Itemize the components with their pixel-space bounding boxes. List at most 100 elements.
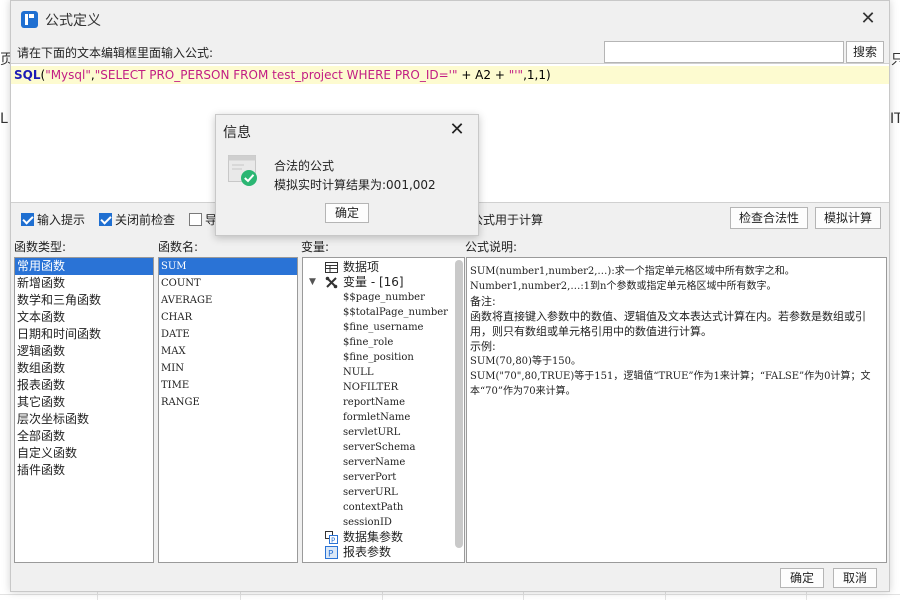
description-label: 公式说明: xyxy=(465,240,518,254)
category-item[interactable]: 新增函数 xyxy=(15,275,153,292)
tree-node-data-items[interactable]: 数据项 xyxy=(303,260,464,275)
cancel-button[interactable]: 取消 xyxy=(833,568,877,588)
formula-token: "'" xyxy=(508,68,524,82)
variable-icon xyxy=(325,276,338,289)
success-check-icon xyxy=(228,155,257,186)
variable-item[interactable]: $$page_number xyxy=(303,290,464,305)
popup-ok-button[interactable]: 确定 xyxy=(325,203,369,223)
categories-label: 函数类型: xyxy=(14,240,67,254)
category-item[interactable]: 数学和三角函数 xyxy=(15,292,153,309)
dialog-titlebar[interactable]: 公式定义 ✕ xyxy=(11,1,889,37)
tree-node-dataset-params[interactable]: P 数据集参数 xyxy=(303,530,464,545)
function-item[interactable]: COUNT xyxy=(159,275,297,292)
variable-item[interactable]: reportName xyxy=(303,395,464,410)
description-line: 示例: xyxy=(470,340,496,353)
variable-tree-scrollbar[interactable] xyxy=(455,260,463,548)
tree-node-label: 数据项 xyxy=(343,260,380,274)
variable-tree[interactable]: 数据项 ▼ 变量 - [16] $$page_number $$totalPage… xyxy=(302,257,465,563)
variable-item[interactable]: NULL xyxy=(303,365,464,380)
check-before-close-option[interactable]: 关闭前检查 xyxy=(99,211,175,228)
variables-label: 变量: xyxy=(301,240,330,254)
function-item[interactable]: RANGE xyxy=(159,394,297,411)
popup-message: 合法的公式 xyxy=(274,159,335,173)
check-validity-button[interactable]: 检查合法性 xyxy=(730,207,808,229)
category-item[interactable]: 自定义函数 xyxy=(15,445,153,462)
import-checkbox[interactable] xyxy=(189,212,203,226)
info-popup: 信息 ✕ 合法的公式 模拟实时计算结果为:001,002 确定 xyxy=(215,114,479,236)
input-hint-label: 输入提示 xyxy=(37,212,86,227)
search-button[interactable]: 搜索 xyxy=(846,41,884,63)
category-item[interactable]: 全部函数 xyxy=(15,428,153,445)
tree-node-label: 数据集参数 xyxy=(343,530,404,544)
category-item[interactable]: 日期和时间函数 xyxy=(15,326,153,343)
category-item[interactable]: 其它函数 xyxy=(15,394,153,411)
check-before-close-checkbox[interactable] xyxy=(99,212,113,226)
category-item[interactable]: 数组函数 xyxy=(15,360,153,377)
chevron-down-icon[interactable]: ▼ xyxy=(309,275,316,290)
function-item[interactable]: TIME xyxy=(159,377,297,394)
function-item[interactable]: MIN xyxy=(159,360,297,377)
category-item[interactable]: 层次坐标函数 xyxy=(15,411,153,428)
input-hint-option[interactable]: 输入提示 xyxy=(21,211,85,228)
variable-item[interactable]: $$totalPage_number xyxy=(303,305,464,320)
grid-line xyxy=(0,594,900,595)
variable-item[interactable]: $fine_position xyxy=(303,350,464,365)
check-before-close-label: 关闭前检查 xyxy=(115,212,176,227)
simulate-button[interactable]: 模拟计算 xyxy=(815,207,881,229)
function-item[interactable]: CHAR xyxy=(159,309,297,326)
partially-hidden-option-text: 公式用于计算 xyxy=(471,213,544,227)
popup-title: 信息 xyxy=(223,125,251,141)
tree-node-label: 变量 - [16] xyxy=(343,275,404,289)
description-line: SUM(number1,number2,…):求一个指定单元格区域中所有数字之和… xyxy=(470,266,795,277)
variable-item[interactable]: serverURL xyxy=(303,485,464,500)
tree-node-label: 报表参数 xyxy=(343,545,392,559)
app-logo-icon xyxy=(21,11,38,28)
variable-item[interactable]: formletName xyxy=(303,410,464,425)
description-line: SUM(70,80)等于150。 xyxy=(470,356,582,367)
formula-token: SQL xyxy=(14,68,41,82)
variable-item[interactable]: contextPath xyxy=(303,500,464,515)
variable-item[interactable]: serverName xyxy=(303,455,464,470)
dataset-param-icon: P xyxy=(325,531,338,544)
input-hint-checkbox[interactable] xyxy=(21,212,34,226)
import-option[interactable]: 导 xyxy=(189,211,217,228)
description-line: 备注: xyxy=(470,295,496,308)
svg-text:P: P xyxy=(331,537,335,545)
category-item[interactable]: 逻辑函数 xyxy=(15,343,153,360)
tree-node-report-params[interactable]: P 报表参数 xyxy=(303,545,464,560)
function-item[interactable]: MAX xyxy=(159,343,297,360)
svg-text:P: P xyxy=(328,550,334,560)
ok-button[interactable]: 确定 xyxy=(780,568,824,588)
formula-line[interactable]: SQL("Mysql","SELECT PRO_PERSON FROM test… xyxy=(11,66,889,84)
popup-result: 模拟实时计算结果为:001,002 xyxy=(274,178,436,192)
category-item[interactable]: 插件函数 xyxy=(15,462,153,479)
variable-item[interactable]: $fine_username xyxy=(303,320,464,335)
category-item[interactable]: 文本函数 xyxy=(15,309,153,326)
variable-item[interactable]: servletURL xyxy=(303,425,464,440)
function-category-list[interactable]: 常用函数 新增函数 数学和三角函数 文本函数 日期和时间函数 逻辑函数 数组函数 报表函数 其它… xyxy=(14,257,154,563)
function-item[interactable]: AVERAGE xyxy=(159,292,297,309)
variable-item[interactable]: serverPort xyxy=(303,470,464,485)
variable-item[interactable]: NOFILTER xyxy=(303,380,464,395)
function-item[interactable]: SUM xyxy=(159,258,297,275)
function-item[interactable]: DATE xyxy=(159,326,297,343)
search-input[interactable] xyxy=(604,41,844,63)
close-icon[interactable]: ✕ xyxy=(446,119,468,141)
formula-token: ,1,1) xyxy=(523,68,551,82)
function-name-list[interactable]: SUM COUNT AVERAGE CHAR DATE MAX MIN TIME RANGE xyxy=(158,257,298,563)
report-param-icon: P xyxy=(325,546,338,559)
description-line: Number1,number2,…:1到n个参数或指定单元格区域中所有数字。 xyxy=(470,281,777,292)
formula-token: + A2 + xyxy=(457,68,509,82)
category-item[interactable]: 常用函数 xyxy=(15,258,153,275)
options-row: 输入提示 关闭前检查 导 xyxy=(21,209,227,229)
tree-node-variables[interactable]: ▼ 变量 - [16] xyxy=(303,275,464,290)
description-line: SUM("70",80,TRUE)等于151，逻辑值“TRUE”作为1来计算；“… xyxy=(470,371,871,397)
variable-item[interactable]: $fine_role xyxy=(303,335,464,350)
editor-prompt: 请在下面的文本编辑框里面输入公式: xyxy=(17,46,214,60)
description-line: 函数将直接键入参数中的数值、逻辑值及文本表达式计算在内。若参数是数组或引用，则只… xyxy=(470,310,866,338)
variable-item[interactable]: sessionID xyxy=(303,515,464,530)
category-item[interactable]: 报表函数 xyxy=(15,377,153,394)
formula-definition-dialog: 公式定义 ✕ 请在下面的文本编辑框里面输入公式: 搜索 SQL("Mysql",… xyxy=(10,0,890,592)
variable-item[interactable]: serverSchema xyxy=(303,440,464,455)
close-icon[interactable]: ✕ xyxy=(857,8,879,30)
